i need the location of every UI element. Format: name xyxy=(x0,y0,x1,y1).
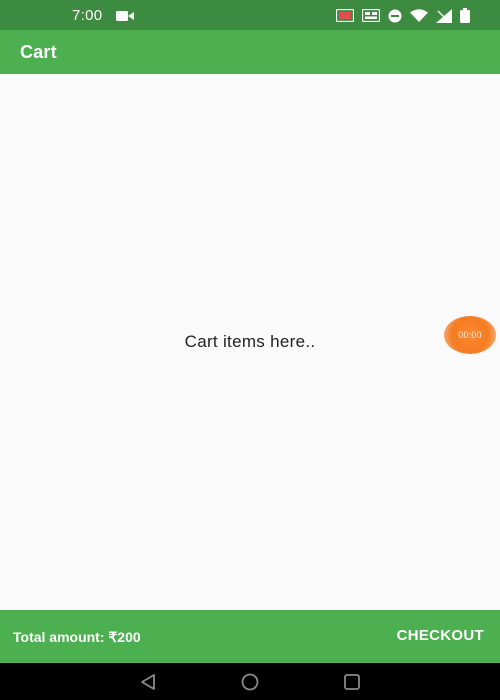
app-bar: Cart xyxy=(0,30,500,74)
cart-empty-message: Cart items here.. xyxy=(184,332,316,351)
battery-icon xyxy=(460,8,470,23)
floating-timer-button[interactable]: 00:00 xyxy=(444,316,496,354)
navigation-bar xyxy=(0,663,500,700)
bottom-bar: Total amount: ₹200 CHECKOUT xyxy=(0,610,500,663)
signal-icon xyxy=(436,8,452,23)
page-title: Cart xyxy=(20,42,57,62)
checkout-button[interactable]: CHECKOUT xyxy=(397,627,484,644)
status-time: 7:00 xyxy=(72,7,103,24)
home-icon[interactable] xyxy=(240,673,260,691)
recents-icon[interactable] xyxy=(343,673,361,691)
cart-content: Cart items here.. xyxy=(0,74,500,610)
video-camera-icon xyxy=(116,11,134,21)
back-icon[interactable] xyxy=(139,673,157,691)
sim-card-icon xyxy=(336,9,354,22)
status-bar: 7:00 xyxy=(0,0,500,30)
total-amount: Total amount: ₹200 xyxy=(13,629,141,645)
volte-icon xyxy=(362,9,380,22)
do-not-disturb-icon xyxy=(388,9,402,22)
wifi-icon xyxy=(410,8,428,22)
timer-label: 00:00 xyxy=(458,330,482,340)
status-icons xyxy=(336,8,470,23)
